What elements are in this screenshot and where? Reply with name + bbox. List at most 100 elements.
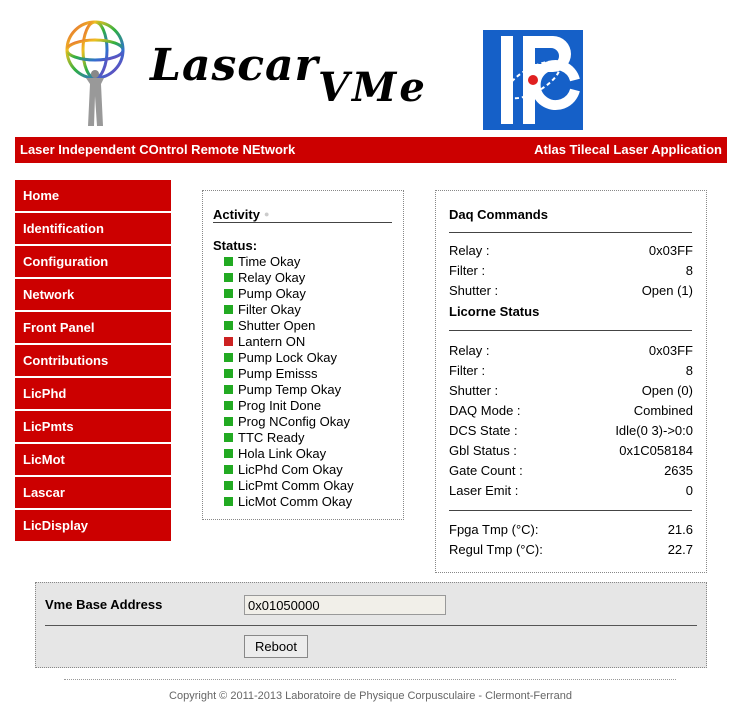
status-text: Filter Okay: [238, 302, 301, 317]
row-value: Open (0): [641, 383, 693, 398]
status-item: Time Okay: [224, 254, 354, 270]
status-ok-icon: [224, 481, 233, 490]
status-item: Prog Init Done: [224, 398, 354, 414]
status-text: Hola Link Okay: [238, 446, 327, 461]
row-value: 22.7: [667, 542, 693, 557]
row-value: 0x1C058184: [619, 443, 693, 458]
key-value-row: Gbl Status : 0x1C058184: [449, 441, 693, 461]
row-label: Laser Emit :: [449, 483, 519, 498]
base-address-input[interactable]: [244, 595, 446, 615]
sidebar-item-licphd[interactable]: LicPhd: [15, 378, 171, 409]
activity-indicator-icon: ●: [263, 209, 270, 219]
status-ok-icon: [224, 385, 233, 394]
activity-panel: Activity ● Status: Time Okay Relay Okay Pum…: [202, 190, 404, 520]
status-text: Lantern ON: [238, 334, 306, 349]
divider: [213, 222, 392, 223]
key-value-row: Gate Count : 2635: [449, 461, 693, 481]
status-text: LicPhd Com Okay: [238, 462, 343, 477]
lpc-logo: [483, 30, 583, 130]
status-text: Prog NConfig Okay: [238, 414, 350, 429]
status-list: Time Okay Relay Okay Pump Okay Filter Okay S…: [224, 254, 354, 510]
row-label: Shutter :: [449, 383, 499, 398]
row-label: Fpga Tmp (°C):: [449, 522, 539, 537]
sidebar-item-licdisplay[interactable]: LicDisplay: [15, 510, 171, 541]
status-ok-icon: [224, 401, 233, 410]
status-text: LicMot Comm Okay: [238, 494, 353, 509]
divider: [449, 232, 692, 233]
reboot-button[interactable]: Reboot: [244, 635, 308, 658]
title-banner: Laser Independent COntrol Remote NEtwork…: [15, 137, 727, 163]
row-label: DCS State :: [449, 423, 518, 438]
status-ok-icon: [224, 353, 233, 362]
sidebar-nav: Home Identification Configuration Networ…: [15, 180, 171, 543]
status-ok-icon: [224, 289, 233, 298]
status-ok-icon: [224, 369, 233, 378]
row-label: Gate Count :: [449, 463, 523, 478]
sidebar-item-contributions[interactable]: Contributions: [15, 345, 171, 376]
licorne-status-title: Licorne Status: [449, 304, 540, 319]
sidebar-item-lascar[interactable]: Lascar: [15, 477, 171, 508]
vme-settings-form: Vme Base Address Reboot: [35, 582, 707, 668]
status-item: LicPmt Comm Okay: [224, 478, 354, 494]
key-value-row: Shutter : Open (1): [449, 281, 693, 301]
status-item: Hola Link Okay: [224, 446, 354, 462]
divider: [45, 625, 697, 626]
daq-commands-title: Daq Commands: [449, 207, 548, 222]
row-value: 0: [685, 483, 693, 498]
key-value-row: Fpga Tmp (°C): 21.6: [449, 520, 693, 540]
status-text: LicPmt Comm Okay: [238, 478, 354, 493]
sidebar-item-identification[interactable]: Identification: [15, 213, 171, 244]
key-value-row: Filter : 8: [449, 261, 693, 281]
sidebar-item-home[interactable]: Home: [15, 180, 171, 211]
status-item: Lantern ON: [224, 334, 354, 350]
sidebar-item-network[interactable]: Network: [15, 279, 171, 310]
sidebar-item-front-panel[interactable]: Front Panel: [15, 312, 171, 343]
status-item: Filter Okay: [224, 302, 354, 318]
footer-divider: [64, 679, 676, 680]
status-ok-icon: [224, 497, 233, 506]
row-label: Relay :: [449, 243, 490, 258]
sidebar-item-licmot[interactable]: LicMot: [15, 444, 171, 475]
row-value: 21.6: [667, 522, 693, 537]
row-value: Combined: [633, 403, 693, 418]
sidebar-item-licpmts[interactable]: LicPmts: [15, 411, 171, 442]
footer-copyright: Copyright © 2011-2013 Laboratoire de Phy…: [169, 690, 572, 702]
vme-logo-text: VMe: [318, 64, 428, 111]
row-value: Idle(0 3)->0:0: [615, 423, 693, 438]
status-text: Relay Okay: [238, 270, 306, 285]
status-item: Prog NConfig Okay: [224, 414, 354, 430]
status-item: Pump Emisss: [224, 366, 354, 382]
status-text: Prog Init Done: [238, 398, 322, 413]
row-value: 0x03FF: [648, 343, 693, 358]
row-value: 2635: [664, 463, 693, 478]
status-item: Relay Okay: [224, 270, 354, 286]
row-label: Relay :: [449, 343, 490, 358]
key-value-row: Filter : 8: [449, 361, 693, 381]
row-value: Open (1): [641, 283, 693, 298]
status-item: Pump Lock Okay: [224, 350, 354, 366]
row-label: Filter :: [449, 363, 486, 378]
banner-subtitle: Atlas Tilecal Laser Application: [534, 142, 722, 157]
status-alert-icon: [224, 337, 233, 346]
status-ok-icon: [224, 449, 233, 458]
status-text: Pump Okay: [238, 286, 306, 301]
status-item: LicPhd Com Okay: [224, 462, 354, 478]
status-item: LicMot Comm Okay: [224, 494, 354, 510]
row-label: Regul Tmp (°C):: [449, 542, 543, 557]
key-value-row: Relay : 0x03FF: [449, 341, 693, 361]
sidebar-item-configuration[interactable]: Configuration: [15, 246, 171, 277]
status-item: Shutter Open: [224, 318, 354, 334]
status-item: Pump Temp Okay: [224, 382, 354, 398]
row-value: 8: [685, 263, 693, 278]
key-value-row: DCS State : Idle(0 3)->0:0: [449, 421, 693, 441]
row-value: 8: [685, 363, 693, 378]
status-ok-icon: [224, 305, 233, 314]
row-value: 0x03FF: [648, 243, 693, 258]
row-label: Filter :: [449, 263, 486, 278]
status-ok-icon: [224, 417, 233, 426]
activity-title-text: Activity: [213, 207, 260, 222]
key-value-row: Shutter : Open (0): [449, 381, 693, 401]
key-value-row: Relay : 0x03FF: [449, 241, 693, 261]
status-item: Pump Okay: [224, 286, 354, 302]
status-item: TTC Ready: [224, 430, 354, 446]
